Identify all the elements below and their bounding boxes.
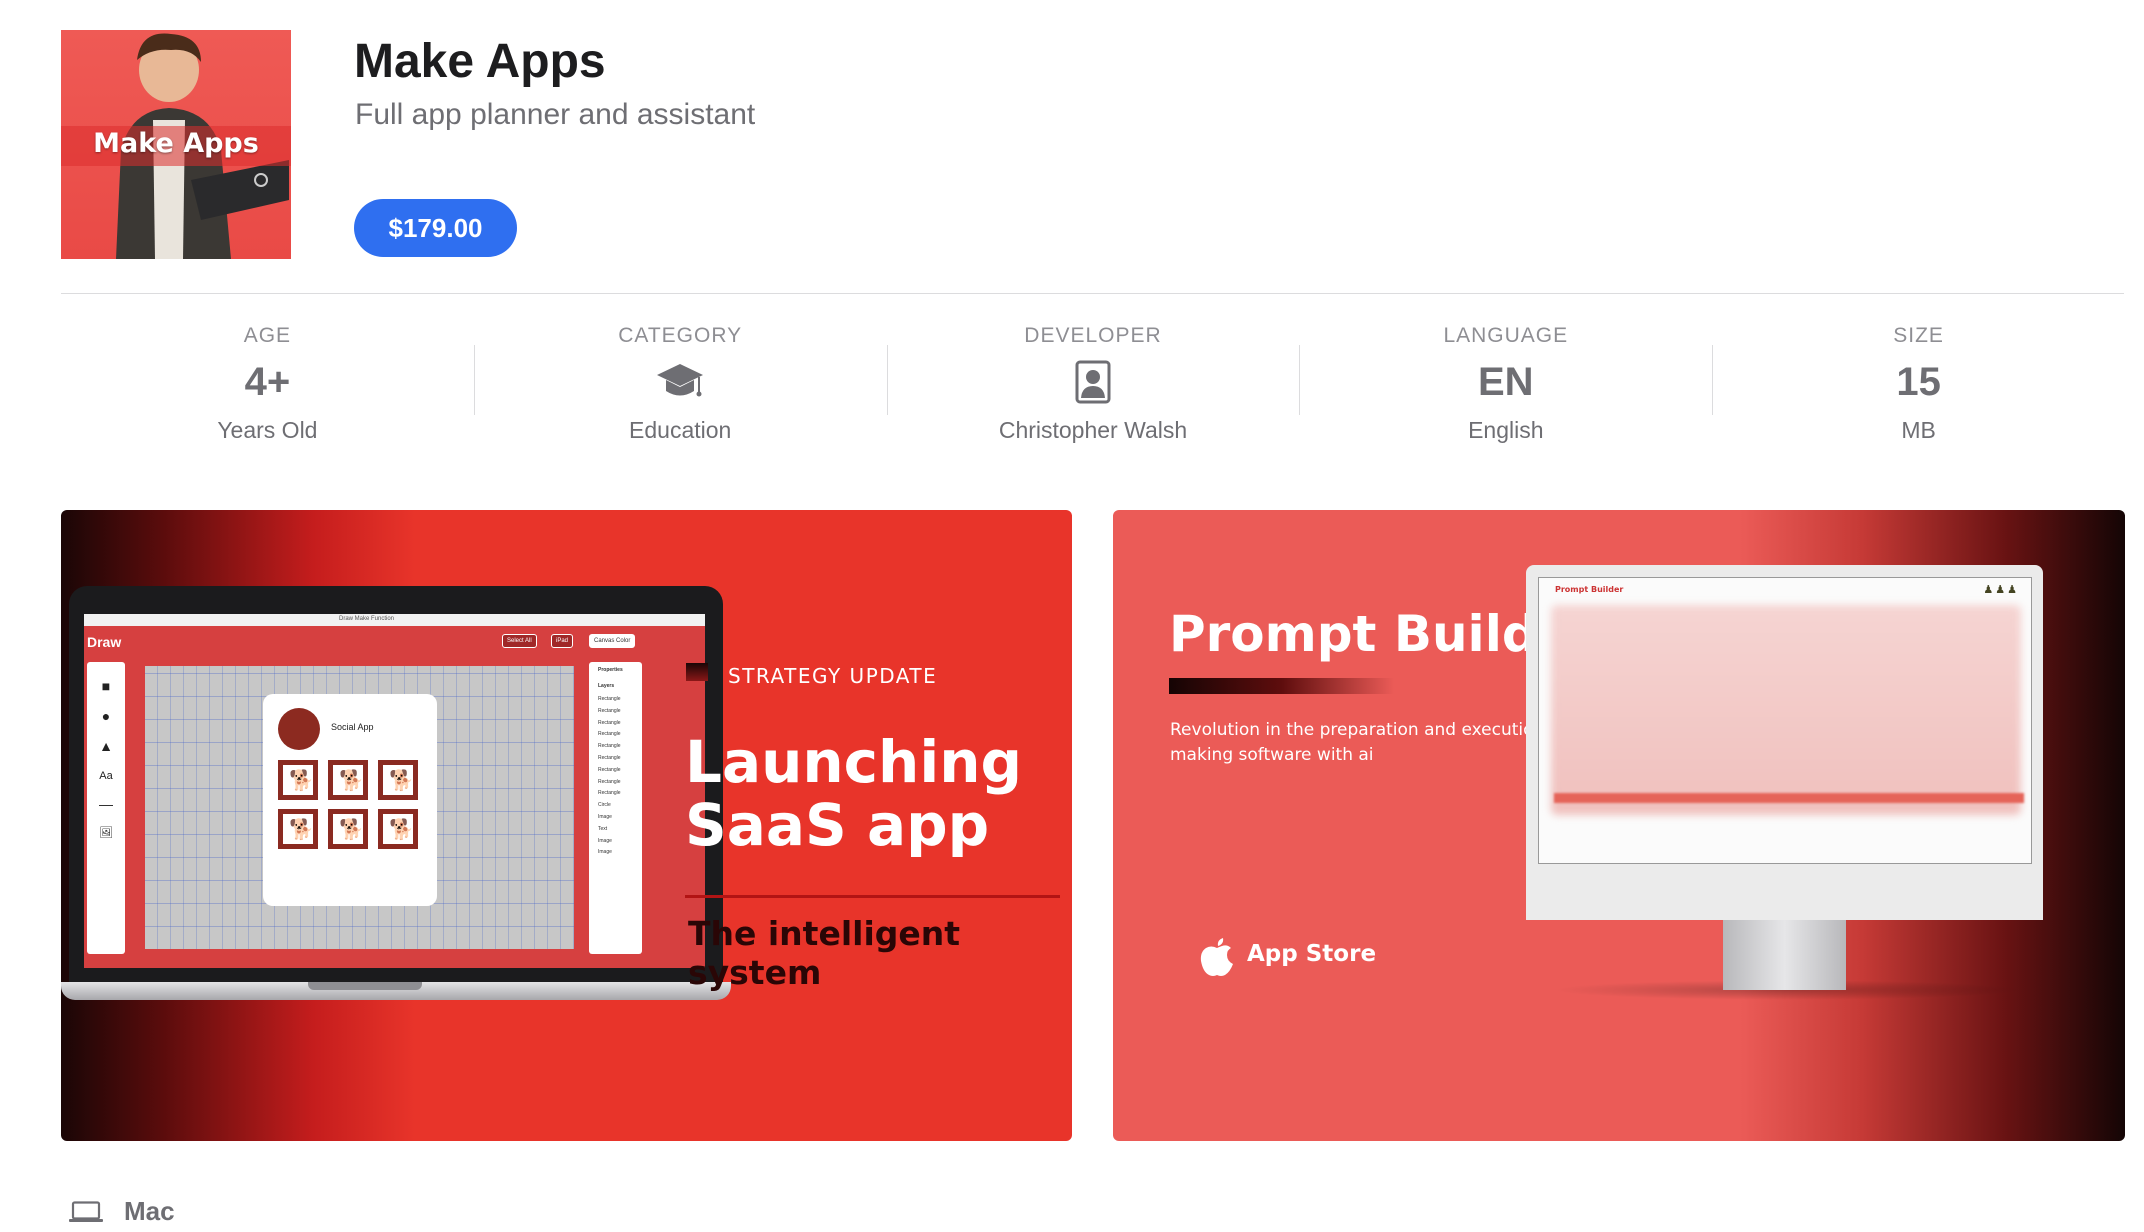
imac-display: Prompt Builder ♟♟♟: [1538, 577, 2032, 864]
screenshot-2[interactable]: Prompt Builder Revolution in the prepara…: [1113, 510, 2125, 1141]
info-size-label: SIZE: [1893, 324, 1944, 347]
layer-item: Text: [598, 825, 608, 832]
info-category[interactable]: CATEGORY Education: [473, 310, 887, 460]
info-age-sub: Years Old: [217, 417, 318, 443]
info-size-value: 15: [1896, 360, 1941, 404]
info-row: AGE 4+ Years Old CATEGORY Education DEVE…: [61, 310, 2125, 460]
tool-line: —: [99, 796, 113, 812]
screen-properties-panel: Properties Layers Rectangle Rectangle Rect…: [589, 662, 642, 954]
layer-item: Rectangle: [598, 731, 621, 738]
tool-circle: ●: [101, 708, 111, 724]
person-portrait-icon: [1075, 360, 1111, 404]
info-developer-label: DEVELOPER: [1024, 324, 1162, 347]
info-size: SIZE 15 MB: [1712, 310, 2125, 460]
screen-topbar: Draw Make Function: [84, 614, 705, 626]
layer-item: Rectangle: [598, 766, 621, 773]
screenshot-2-description: Revolution in the preparation and execut…: [1170, 720, 1545, 765]
layer-list: Rectangle Rectangle Rectangle Rectangle Rect…: [589, 694, 642, 859]
screenshot-1[interactable]: Draw Make Function Draw Select All iPad …: [61, 510, 1072, 1141]
info-age-value: 4+: [244, 360, 291, 404]
screen-tile: [328, 809, 368, 849]
strategy-tag-mark: [686, 663, 708, 681]
screen-select-all-button: Select All: [502, 634, 537, 648]
info-language-value: EN: [1478, 360, 1534, 404]
imac-action-bar: [1554, 793, 2024, 803]
screen-tabs: Draw Make Function: [339, 616, 395, 622]
tool-text: Aa: [99, 770, 113, 782]
info-age-label: AGE: [243, 324, 292, 347]
layer-item: Rectangle: [598, 707, 621, 714]
layer-item: Image: [598, 837, 612, 844]
layer-item: Image: [598, 849, 612, 856]
info-language: LANGUAGE EN English: [1299, 310, 1712, 460]
app-icon: Make Apps: [61, 30, 291, 259]
layer-item: Rectangle: [598, 754, 621, 761]
layer-item: Rectangle: [598, 743, 621, 750]
imac-screen-title: Prompt Builder: [1555, 585, 1624, 594]
app-title: Make Apps: [354, 35, 606, 88]
screenshot-1-headline: Launching SaaS app: [685, 728, 1023, 859]
layer-item: Rectangle: [598, 790, 621, 797]
imac-avatars-icon: ♟♟♟: [1983, 584, 2019, 596]
screenshot-1-tagline: The intelligent system: [688, 914, 961, 992]
info-category-sub: Education: [629, 417, 732, 443]
screen-social-label: Social App: [331, 722, 374, 732]
app-icon-label: Make Apps: [93, 128, 259, 159]
screen-ipad-button: iPad: [551, 634, 574, 648]
laptop-icon: [69, 1201, 103, 1222]
laptop-notch: [308, 982, 422, 990]
platform-label: Mac: [124, 1196, 175, 1226]
imac-screen: Prompt Builder ♟♟♟: [1526, 565, 2043, 920]
price-button[interactable]: $179.00: [354, 199, 517, 257]
apple-logo-icon: [1200, 938, 1233, 976]
info-developer[interactable]: DEVELOPER Christopher Walsh: [886, 310, 1300, 460]
screen-tile: [278, 760, 318, 800]
panel-title: Properties: [598, 667, 623, 673]
tool-triangle: ▲: [99, 738, 113, 754]
tool-rectangle: ■: [101, 678, 111, 694]
imac-blurred-form: [1551, 605, 2021, 815]
info-language-label: LANGUAGE: [1443, 324, 1569, 347]
info-size-sub: MB: [1901, 417, 1936, 443]
imac-stand: [1723, 915, 1846, 990]
screen-draw-title: Draw: [87, 634, 122, 650]
layer-item: Circle: [598, 802, 611, 809]
info-age: AGE 4+ Years Old: [61, 310, 474, 460]
app-subtitle: Full app planner and assistant: [355, 98, 756, 131]
header-divider: [61, 293, 2124, 294]
tool-image: 🖼: [99, 827, 113, 839]
screen-tile: [378, 760, 418, 800]
info-language-sub: English: [1468, 417, 1544, 443]
info-developer-sub: Christopher Walsh: [998, 417, 1188, 443]
panel-layers-title: Layers: [598, 683, 615, 689]
screen-canvas-color-button: Canvas Color: [589, 634, 636, 648]
graduation-cap-icon: [657, 364, 704, 397]
screen-tile: [328, 760, 368, 800]
laptop-screen: Draw Make Function Draw Select All iPad …: [84, 614, 705, 968]
app-store-label: App Store: [1247, 941, 1377, 967]
layer-item: Rectangle: [598, 778, 621, 785]
layer-item: Image: [598, 813, 612, 820]
info-category-label: CATEGORY: [618, 324, 743, 347]
screen-toolbox: ■ ● ▲ Aa — 🖼: [87, 662, 125, 954]
layer-item: Rectangle: [598, 719, 621, 726]
headline-rule: [685, 895, 1060, 898]
strategy-tag: STRATEGY UPDATE: [728, 664, 938, 688]
screen-phone-card: Social App: [263, 694, 437, 906]
title-underline-bar: [1169, 678, 1394, 694]
screen-tile: [378, 809, 418, 849]
screen-tile: [278, 809, 318, 849]
screen-avatar: [278, 708, 320, 750]
layer-item: Rectangle: [598, 696, 621, 702]
